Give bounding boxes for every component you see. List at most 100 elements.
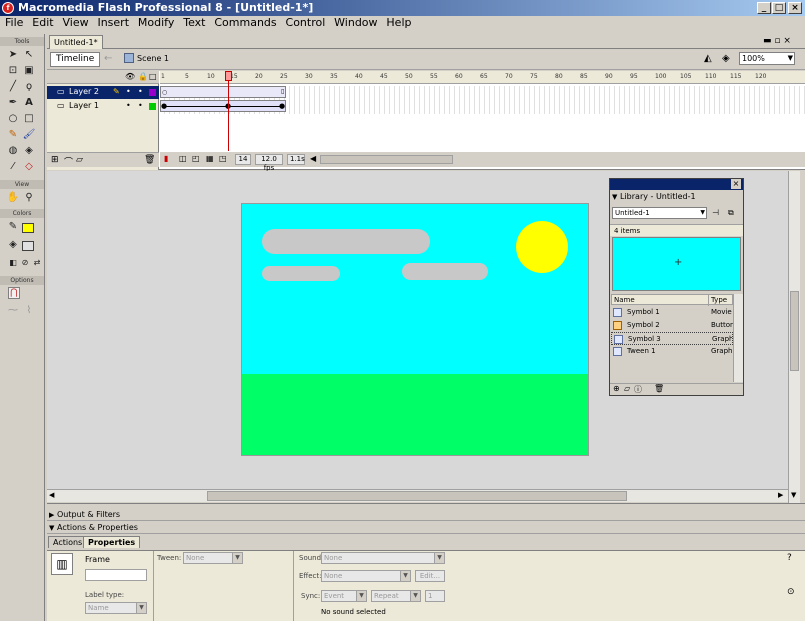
frame-rate[interactable]: 12.0 fps — [255, 154, 283, 172]
menu-file[interactable]: File — [2, 16, 26, 30]
edit-button[interactable]: Edit... — [415, 570, 445, 582]
effect-select[interactable]: None ▼ — [321, 570, 411, 582]
line-tool-icon[interactable]: ╱ — [6, 80, 20, 94]
lasso-tool-icon[interactable]: ϙ — [22, 80, 36, 94]
menu-view[interactable]: View — [59, 16, 91, 30]
playhead[interactable] — [225, 71, 232, 81]
stage-horizontal-scrollbar[interactable]: ◀ ▶ — [47, 489, 788, 502]
visible-dot-icon[interactable]: • — [126, 100, 131, 112]
layer-row-1[interactable]: ▭ Layer 1 • • — [47, 100, 159, 113]
eye-icon[interactable]: 👁 — [125, 72, 135, 81]
sound-select[interactable]: None ▼ — [321, 552, 445, 564]
library-item[interactable]: Symbol 2 Button — [611, 319, 733, 332]
layer-2-frames[interactable]: ○ ▯ — [160, 86, 286, 98]
restore-button[interactable]: □ — [772, 2, 786, 14]
scroll-down-icon[interactable]: ▼ — [791, 491, 796, 499]
hand-tool-icon[interactable]: ✋ — [6, 191, 20, 205]
onion-skin-icon[interactable]: ◫ — [179, 154, 187, 163]
lock-dot-icon[interactable]: • — [138, 100, 143, 112]
library-titlebar[interactable]: × — [610, 179, 743, 190]
eyedropper-icon[interactable]: ⁄ — [6, 160, 20, 174]
menu-modify[interactable]: Modify — [135, 16, 177, 30]
column-name[interactable]: Name — [614, 295, 635, 306]
back-arrow-icon[interactable]: ← — [104, 53, 112, 64]
paint-bucket-icon[interactable]: ◈ — [22, 144, 36, 158]
trash-icon[interactable]: 🗑 — [144, 155, 155, 165]
edit-symbol-icon[interactable]: ◈ — [722, 53, 730, 64]
vscroll-thumb[interactable] — [790, 291, 799, 371]
add-folder-icon[interactable]: ▱ — [76, 155, 83, 165]
text-tool-icon[interactable]: A — [22, 96, 36, 110]
hscroll-thumb[interactable] — [207, 491, 627, 501]
layer-color-icon[interactable] — [149, 103, 156, 110]
visible-dot-icon[interactable]: • — [126, 86, 131, 98]
new-folder-icon[interactable]: ▱ — [624, 384, 630, 393]
selection-tool-icon[interactable]: ➤ — [6, 48, 20, 62]
straighten-option-icon[interactable]: ⌇ — [22, 304, 36, 318]
label-type-select[interactable]: Name ▼ — [85, 602, 147, 614]
menu-commands[interactable]: Commands — [211, 16, 279, 30]
frames-area[interactable]: 1 5 10 15 20 25 30 35 40 45 50 55 60 65 … — [160, 71, 805, 151]
menu-insert[interactable]: Insert — [94, 16, 132, 30]
close-button[interactable]: × — [788, 2, 802, 14]
rectangle-tool-icon[interactable]: □ — [22, 112, 36, 126]
menu-edit[interactable]: Edit — [29, 16, 56, 30]
trash-icon[interactable]: 🗑 — [654, 384, 664, 393]
outline-icon[interactable]: □ — [149, 72, 157, 81]
expand-panel-icon[interactable]: ⊙ — [787, 587, 795, 597]
onion-markers-icon[interactable]: ◳ — [219, 154, 227, 163]
layer-row-2[interactable]: ▭ Layer 2 ✎ • • — [47, 86, 159, 99]
sun[interactable] — [516, 221, 568, 273]
frame-name-input[interactable] — [85, 569, 147, 581]
pencil-tool-icon[interactable]: ✎ — [6, 128, 20, 142]
fill-color-icon[interactable]: ◈ — [6, 238, 20, 252]
cloud-large[interactable] — [262, 229, 430, 254]
library-document-select[interactable]: Untitled-1 ▼ — [612, 207, 707, 219]
properties-icon[interactable]: ⓘ — [634, 384, 642, 395]
layer-color-icon[interactable] — [149, 89, 156, 96]
ink-bottle-icon[interactable]: ◍ — [6, 144, 20, 158]
stage-vertical-scrollbar[interactable]: ▼ — [788, 171, 800, 503]
column-type[interactable]: Type — [708, 295, 727, 306]
document-tab[interactable]: Untitled-1* — [49, 35, 103, 49]
pen-tool-icon[interactable]: ✒ — [6, 96, 20, 110]
add-guide-icon[interactable]: ⌒ — [64, 155, 73, 168]
help-icon[interactable]: ? — [787, 553, 792, 563]
library-item[interactable]: Tween 1 Graphic — [611, 345, 733, 358]
pin-icon[interactable]: ⊣ — [712, 208, 719, 217]
library-item[interactable]: Symbol 1 Movie — [611, 306, 733, 319]
subselection-tool-icon[interactable]: ↖ — [22, 48, 36, 62]
swap-colors-icon[interactable]: ⇄ — [30, 256, 44, 270]
oval-tool-icon[interactable]: ○ — [6, 112, 20, 126]
menu-window[interactable]: Window — [331, 16, 380, 30]
scroll-right-icon[interactable]: ▶ — [778, 491, 783, 499]
stage[interactable] — [241, 203, 589, 456]
stroke-color-swatch[interactable] — [22, 223, 34, 233]
smooth-option-icon[interactable]: ⁓ — [6, 304, 20, 318]
menu-control[interactable]: Control — [283, 16, 329, 30]
repeat-select[interactable]: Repeat ▼ — [371, 590, 421, 602]
restore-doc-icon[interactable]: ▬ ▫ × — [763, 36, 791, 46]
tab-properties[interactable]: Properties — [83, 536, 141, 548]
brush-tool-icon[interactable]: 🖌 — [22, 128, 36, 142]
snap-magnet-icon[interactable]: ⋂ — [8, 287, 20, 299]
stroke-color-icon[interactable]: ✎ — [6, 220, 20, 234]
menu-help[interactable]: Help — [383, 16, 414, 30]
tween-select[interactable]: None ▼ — [183, 552, 243, 564]
library-item-selected[interactable]: Symbol 3 Graphic — [611, 332, 733, 345]
add-layer-icon[interactable]: ⊞ — [51, 155, 59, 165]
output-filters-header[interactable]: ▶ Output & Filters — [47, 509, 805, 521]
fill-transform-icon[interactable]: ▣ — [22, 64, 36, 78]
close-icon[interactable]: × — [731, 179, 741, 189]
onion-outline-icon[interactable]: ◰ — [192, 154, 200, 163]
cloud-small-right[interactable] — [402, 263, 488, 280]
library-scrollbar[interactable] — [733, 294, 743, 382]
menu-text[interactable]: Text — [180, 16, 208, 30]
scroll-left-icon[interactable]: ◀ — [310, 154, 316, 163]
edit-multiple-icon[interactable]: ▦ — [206, 154, 214, 163]
lock-icon[interactable]: 🔒 — [138, 72, 148, 81]
zoom-select[interactable]: 100% ▼ — [739, 52, 795, 65]
free-transform-icon[interactable]: ⊡ — [6, 64, 20, 78]
new-library-icon[interactable]: ⧉ — [728, 208, 734, 218]
scroll-left-icon[interactable]: ◀ — [49, 491, 54, 499]
